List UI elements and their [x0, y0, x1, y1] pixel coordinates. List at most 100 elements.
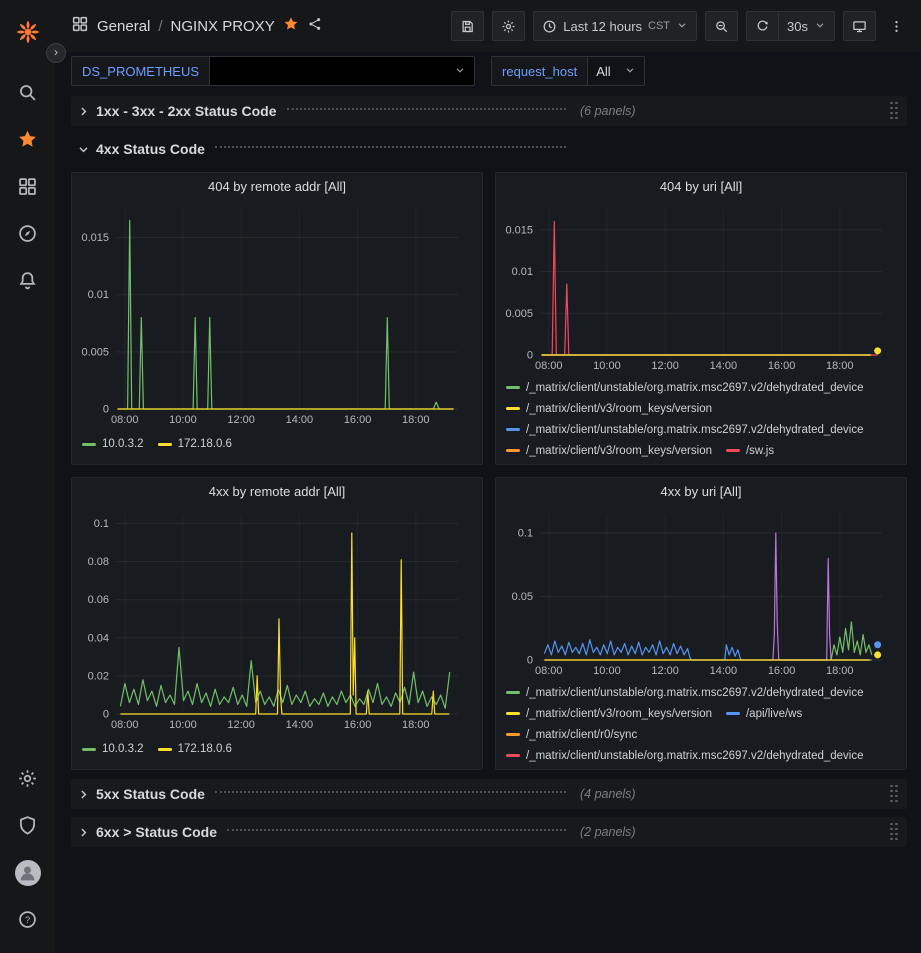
zoom-out-button[interactable] — [705, 11, 738, 41]
row-panel-count: (4 panels) — [580, 787, 636, 801]
time-range-label: Last 12 hours — [563, 19, 642, 34]
panel-4xx-by-uri: 4xx by uri [All] 00.050.108:0010:0012:00… — [495, 477, 907, 770]
nav-bottom: ? — [0, 755, 55, 943]
legend-item[interactable]: /_matrix/client/unstable/org.matrix.msc2… — [506, 382, 864, 394]
refresh-button[interactable] — [746, 11, 778, 41]
timeseries-chart[interactable]: 00.020.040.060.080.108:0010:0012:0014:00… — [74, 504, 468, 734]
share-dashboard-icon[interactable] — [307, 16, 323, 37]
legend-item[interactable]: /_matrix/client/unstable/org.matrix.msc2… — [506, 424, 864, 436]
svg-text:0.015: 0.015 — [81, 232, 109, 244]
svg-text:12:00: 12:00 — [227, 414, 255, 426]
sidebar-expand-button[interactable]: › — [46, 43, 66, 63]
svg-text:16:00: 16:00 — [344, 719, 372, 731]
svg-text:14:00: 14:00 — [710, 665, 738, 677]
toolbar-actions: Last 12 hours CST 30s — [451, 11, 909, 41]
legend-item[interactable]: 172.18.0.6 — [158, 438, 232, 450]
star-dashboard-icon[interactable] — [283, 16, 299, 37]
legend-item[interactable]: /_matrix/client/r0/sync — [506, 729, 637, 741]
row-panel-count: (6 panels) — [580, 104, 636, 118]
chevron-right-icon — [77, 788, 90, 801]
time-range-picker[interactable]: Last 12 hours CST — [533, 11, 697, 41]
variable-request-host-dropdown[interactable]: All — [588, 56, 645, 86]
panel-title[interactable]: 404 by uri [All] — [496, 173, 906, 199]
legend-item[interactable]: /_matrix/client/v3/room_keys/version — [506, 445, 712, 457]
panel-legend: 10.0.3.2 172.18.0.6 — [72, 734, 482, 764]
dotted-leader — [227, 829, 566, 831]
legend-item[interactable]: 172.18.0.6 — [158, 743, 232, 755]
row-drag-handle[interactable] — [890, 102, 899, 121]
timeseries-chart[interactable]: 00.0050.010.01508:0010:0012:0014:0016:00… — [498, 199, 892, 375]
row-panel-count: (2 panels) — [580, 825, 636, 839]
svg-text:0.08: 0.08 — [88, 556, 109, 568]
panel-title[interactable]: 4xx by uri [All] — [496, 478, 906, 504]
settings-gear-icon[interactable] — [0, 755, 55, 802]
svg-text:16:00: 16:00 — [768, 665, 796, 677]
kebab-menu-icon — [889, 19, 904, 34]
refresh-interval-picker[interactable]: 30s — [778, 11, 835, 41]
server-admin-shield-icon[interactable] — [0, 802, 55, 849]
refresh-group: 30s — [746, 11, 835, 41]
svg-text:0.005: 0.005 — [505, 308, 533, 320]
dashboard-settings-button[interactable] — [492, 11, 525, 41]
svg-text:08:00: 08:00 — [535, 665, 563, 677]
panel-grid: 404 by remote addr [All] 00.0050.010.015… — [71, 172, 907, 770]
user-avatar[interactable] — [0, 849, 55, 896]
starred-icon[interactable] — [0, 116, 55, 163]
row-6xx[interactable]: 6xx > Status Code (2 panels) — [71, 817, 907, 847]
dashboards-icon[interactable] — [0, 163, 55, 210]
panel-legend: /_matrix/client/unstable/org.matrix.msc2… — [496, 375, 906, 464]
svg-text:0.05: 0.05 — [512, 591, 533, 603]
explore-compass-icon[interactable] — [0, 210, 55, 257]
row-1xx-3xx-2xx[interactable]: 1xx - 3xx - 2xx Status Code (6 panels) — [71, 96, 907, 126]
row-4xx[interactable]: 4xx Status Code — [71, 134, 907, 164]
timeseries-chart[interactable]: 00.0050.010.01508:0010:0012:0014:0016:00… — [74, 199, 468, 429]
chevron-down-icon — [454, 64, 466, 79]
apps-grid-icon — [71, 15, 89, 38]
variable-request-host-label[interactable]: request_host — [491, 56, 588, 86]
svg-text:0: 0 — [103, 404, 109, 416]
legend-item[interactable]: /_matrix/client/v3/room_keys/version — [506, 708, 712, 720]
timezone-label: CST — [648, 20, 670, 32]
svg-text:16:00: 16:00 — [344, 414, 372, 426]
legend-item[interactable]: 10.0.3.2 — [82, 438, 144, 450]
breadcrumb-folder[interactable]: General — [97, 18, 150, 35]
kiosk-mode-button[interactable] — [843, 11, 876, 41]
legend-item[interactable]: /_matrix/client/v3/room_keys/version — [506, 403, 712, 415]
clock-icon — [542, 19, 557, 34]
svg-text:10:00: 10:00 — [593, 665, 621, 677]
dotted-leader — [287, 108, 566, 110]
panel-404-by-remote-addr: 404 by remote addr [All] 00.0050.010.015… — [71, 172, 483, 465]
more-menu-button[interactable] — [884, 11, 909, 41]
search-icon[interactable] — [0, 69, 55, 116]
svg-text:14:00: 14:00 — [710, 360, 738, 372]
row-drag-handle[interactable] — [890, 785, 899, 804]
legend-item[interactable]: /api/live/ws — [726, 708, 802, 720]
dashboard-title[interactable]: NGINX PROXY — [171, 18, 275, 35]
variable-ds-label[interactable]: DS_PROMETHEUS — [71, 56, 210, 86]
save-dashboard-button[interactable] — [451, 11, 484, 41]
variable-ds-value-dropdown[interactable] — [210, 56, 475, 86]
panel-4xx-by-remote-addr: 4xx by remote addr [All] 00.020.040.060.… — [71, 477, 483, 770]
svg-text:12:00: 12:00 — [651, 360, 679, 372]
legend-item[interactable]: 10.0.3.2 — [82, 743, 144, 755]
panel-title[interactable]: 404 by remote addr [All] — [72, 173, 482, 199]
svg-text:0.015: 0.015 — [505, 224, 533, 236]
dotted-leader — [215, 791, 566, 793]
alerting-bell-icon[interactable] — [0, 257, 55, 304]
chevron-down-icon — [77, 143, 90, 156]
legend-item[interactable]: /_matrix/client/unstable/org.matrix.msc2… — [506, 687, 864, 699]
chevron-down-icon — [624, 64, 636, 79]
row-title: 1xx - 3xx - 2xx Status Code — [96, 103, 277, 119]
timeseries-chart[interactable]: 00.050.108:0010:0012:0014:0016:0018:00 — [498, 504, 892, 680]
legend-item[interactable]: /sw.js — [726, 445, 774, 457]
panel-title[interactable]: 4xx by remote addr [All] — [72, 478, 482, 504]
row-drag-handle[interactable] — [890, 823, 899, 842]
help-icon[interactable]: ? — [0, 896, 55, 943]
chevron-right-icon — [77, 826, 90, 839]
svg-text:12:00: 12:00 — [651, 665, 679, 677]
svg-text:14:00: 14:00 — [286, 719, 314, 731]
legend-item[interactable]: /_matrix/client/unstable/org.matrix.msc2… — [506, 750, 864, 762]
row-5xx[interactable]: 5xx Status Code (4 panels) — [71, 779, 907, 809]
svg-text:0.1: 0.1 — [518, 528, 533, 540]
dashboard-canvas: 1xx - 3xx - 2xx Status Code (6 panels) 4… — [55, 90, 921, 953]
